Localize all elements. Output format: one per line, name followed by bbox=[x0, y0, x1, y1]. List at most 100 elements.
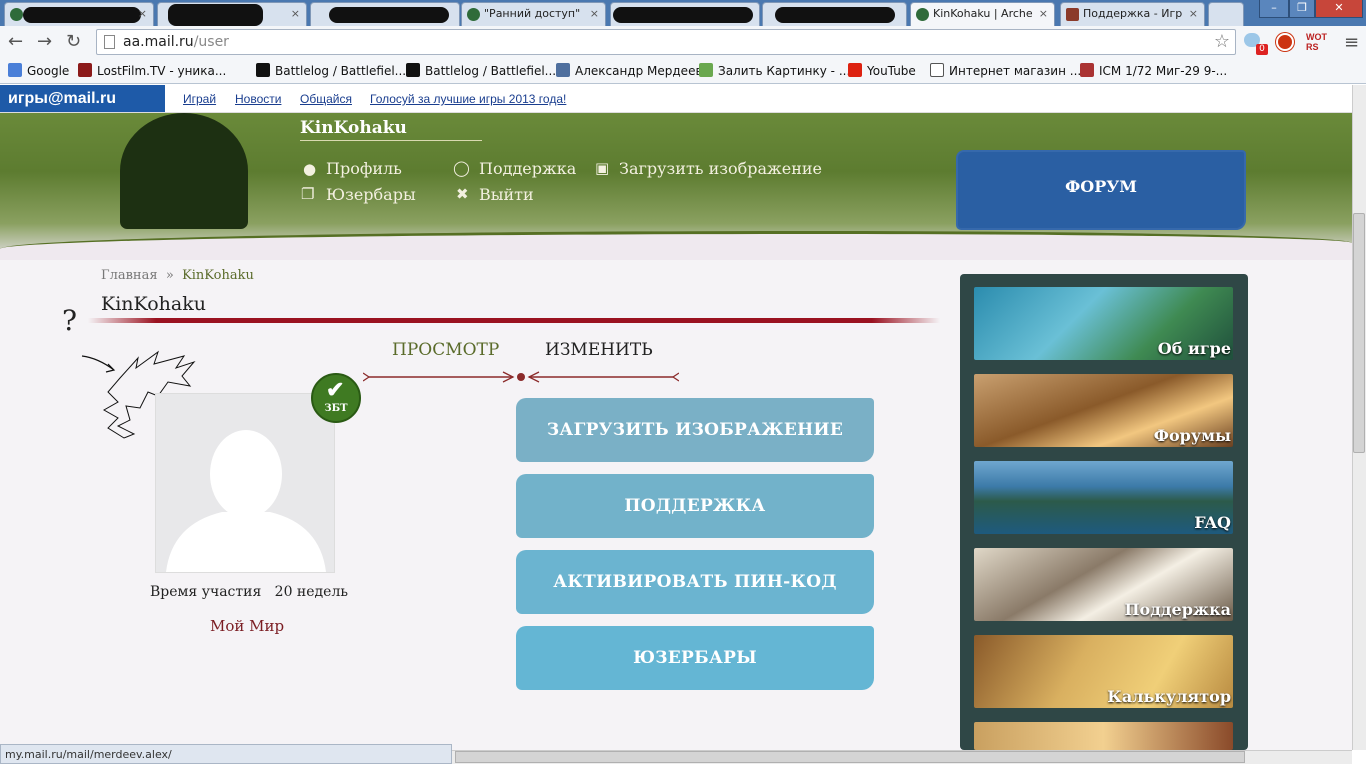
membership-duration: Время участия 20 недель bbox=[150, 584, 348, 600]
sidebar-item-calculator[interactable]: Калькулятор bbox=[974, 635, 1233, 708]
menu-profile[interactable]: Профиль bbox=[326, 159, 402, 178]
shop-icon bbox=[930, 63, 944, 77]
upload-image-button[interactable]: ЗАГРУЗИТЬ ИЗОБРАЖЕНИЕ bbox=[516, 398, 874, 462]
bookmark-item[interactable]: YouTube bbox=[848, 63, 916, 78]
support-button[interactable]: ПОДДЕРЖКА bbox=[516, 474, 874, 538]
bookmark-item[interactable]: Интернет магазин ... bbox=[930, 63, 1081, 78]
browser-tab-5[interactable] bbox=[610, 2, 760, 26]
menu-userbars[interactable]: Юзербары bbox=[326, 185, 416, 204]
redaction-scribble bbox=[168, 4, 263, 26]
sidebar-item-faq[interactable]: FAQ bbox=[974, 461, 1233, 534]
address-bar[interactable]: aa.mail.ru/user ☆ bbox=[96, 29, 1236, 55]
membership-label: Время участия bbox=[150, 584, 262, 600]
menu-icon[interactable]: ≡ bbox=[1344, 32, 1359, 53]
page-icon bbox=[104, 35, 115, 49]
battlelog-icon bbox=[256, 63, 270, 77]
my-world-link[interactable]: Мой Мир bbox=[210, 617, 284, 635]
sidebar-label: Калькулятор bbox=[1107, 687, 1231, 706]
redaction-scribble bbox=[613, 7, 753, 23]
bookmark-item[interactable]: ICM 1/72 Миг-29 9-... bbox=[1080, 63, 1227, 78]
menu-logout[interactable]: Выйти bbox=[479, 185, 534, 204]
tab-edit[interactable]: ИЗМЕНИТЬ bbox=[545, 340, 653, 360]
tab-view[interactable]: ПРОСМОТР bbox=[392, 340, 499, 360]
adblock-icon[interactable] bbox=[1276, 33, 1294, 51]
breadcrumb-current: KinKohaku bbox=[182, 268, 254, 283]
checkmark-icon: ✔ bbox=[326, 377, 345, 403]
browser-tab-3[interactable] bbox=[310, 2, 460, 26]
forum-button[interactable]: ФОРУМ bbox=[958, 152, 1244, 228]
profile-photo[interactable] bbox=[155, 393, 335, 573]
bookmark-star-icon[interactable]: ☆ bbox=[1214, 31, 1230, 52]
bookmark-item[interactable]: Александр Мердеев bbox=[556, 63, 703, 78]
link-social[interactable]: Общайся bbox=[300, 92, 352, 106]
activate-pin-button[interactable]: АКТИВИРОВАТЬ ПИН-КОД bbox=[516, 550, 874, 614]
forward-arrow-icon[interactable]: → bbox=[37, 31, 52, 52]
page-title: KinKohaku bbox=[101, 293, 206, 315]
tab-close-icon[interactable]: × bbox=[291, 7, 300, 20]
tab-close-icon[interactable]: × bbox=[590, 7, 599, 20]
tab-title: KinKohaku | Arche bbox=[933, 7, 1033, 20]
link-vote[interactable]: Голосуй за лучшие игры 2013 года! bbox=[370, 92, 566, 106]
browser-tab-strip: × × "Ранний доступ" × KinKohaku | Arche × … bbox=[0, 0, 1366, 26]
support-icon bbox=[1066, 8, 1079, 21]
sidebar-item-more[interactable] bbox=[974, 722, 1233, 750]
bookmark-item[interactable]: Google bbox=[8, 63, 69, 78]
image-upload-icon bbox=[699, 63, 713, 77]
archeage-icon bbox=[467, 8, 480, 21]
link-news[interactable]: Новости bbox=[235, 92, 281, 106]
sidebar-label: FAQ bbox=[1194, 513, 1231, 532]
tab-close-icon[interactable]: × bbox=[1189, 7, 1198, 20]
sm-icon bbox=[1080, 63, 1094, 77]
browser-tab-2[interactable]: × bbox=[157, 2, 307, 26]
close-window-icon[interactable]: ✕ bbox=[1315, 0, 1363, 18]
bookmark-item[interactable]: Залить Картинку - ... bbox=[699, 63, 850, 78]
browser-tab-6[interactable] bbox=[762, 2, 907, 26]
user-icon: ● bbox=[303, 160, 317, 178]
header-avatar[interactable] bbox=[120, 113, 248, 229]
sidebar-item-about[interactable]: Об игре bbox=[974, 287, 1233, 360]
link-play[interactable]: Играй bbox=[183, 92, 216, 106]
sidebar-label: Поддержка bbox=[1124, 600, 1231, 619]
image-icon: ▣ bbox=[595, 159, 610, 177]
tab-title: "Ранний доступ" bbox=[484, 7, 581, 20]
bookmark-item[interactable]: Battlelog / Battlefiel... bbox=[406, 63, 556, 78]
header-username[interactable]: KinKohaku bbox=[300, 118, 482, 141]
mailru-games-logo[interactable]: игры@mail.ru bbox=[0, 85, 165, 112]
sidebar-item-support[interactable]: Поддержка bbox=[974, 548, 1233, 621]
wot-extension-icon[interactable]: WOT RS bbox=[1306, 32, 1328, 52]
browser-tab-8[interactable]: Поддержка - Игр × bbox=[1060, 2, 1205, 26]
sidebar-item-forums[interactable]: Форумы bbox=[974, 374, 1233, 447]
battlelog-icon bbox=[406, 63, 420, 77]
menu-support[interactable]: Поддержка bbox=[479, 159, 576, 178]
userbars-button[interactable]: ЮЗЕРБАРЫ bbox=[516, 626, 874, 690]
new-tab-button[interactable] bbox=[1208, 2, 1244, 26]
sidebar-label: Форумы bbox=[1153, 426, 1231, 445]
extension-badge: 0 bbox=[1256, 44, 1268, 55]
vertical-scroll-thumb[interactable] bbox=[1353, 213, 1365, 453]
tab-title: Поддержка - Игр bbox=[1083, 7, 1183, 20]
breadcrumb-home[interactable]: Главная bbox=[101, 268, 158, 283]
tab-close-icon[interactable]: × bbox=[138, 7, 147, 20]
maximize-icon[interactable]: ❐ bbox=[1289, 0, 1315, 18]
default-avatar-icon bbox=[166, 430, 326, 572]
sidebar-label: Об игре bbox=[1157, 339, 1231, 358]
back-arrow-icon[interactable]: ← bbox=[8, 31, 23, 52]
redaction-scribble bbox=[329, 7, 449, 23]
browser-tab-1[interactable]: × bbox=[4, 2, 154, 26]
browser-tab-active[interactable]: KinKohaku | Arche × bbox=[910, 2, 1055, 26]
youtube-icon bbox=[848, 63, 862, 77]
tab-close-icon[interactable]: × bbox=[1039, 7, 1048, 20]
browser-tab-4[interactable]: "Ранний доступ" × bbox=[461, 2, 606, 26]
tab-favicon bbox=[10, 8, 23, 21]
minimize-icon[interactable]: – bbox=[1259, 0, 1289, 18]
handwritten-question-mark: ? bbox=[62, 304, 78, 337]
bookmark-item[interactable]: Battlelog / Battlefiel... bbox=[256, 63, 406, 78]
horizontal-scroll-thumb[interactable] bbox=[455, 751, 1245, 763]
bookmark-item[interactable]: LostFilm.TV - уника... bbox=[78, 63, 226, 78]
reload-icon[interactable]: ↻ bbox=[66, 31, 81, 52]
menu-upload[interactable]: Загрузить изображение bbox=[619, 159, 822, 178]
vk-icon bbox=[556, 63, 570, 77]
redaction-scribble bbox=[775, 7, 895, 23]
userbar-icon: ❐ bbox=[301, 185, 315, 203]
lostfilm-icon bbox=[78, 63, 92, 77]
